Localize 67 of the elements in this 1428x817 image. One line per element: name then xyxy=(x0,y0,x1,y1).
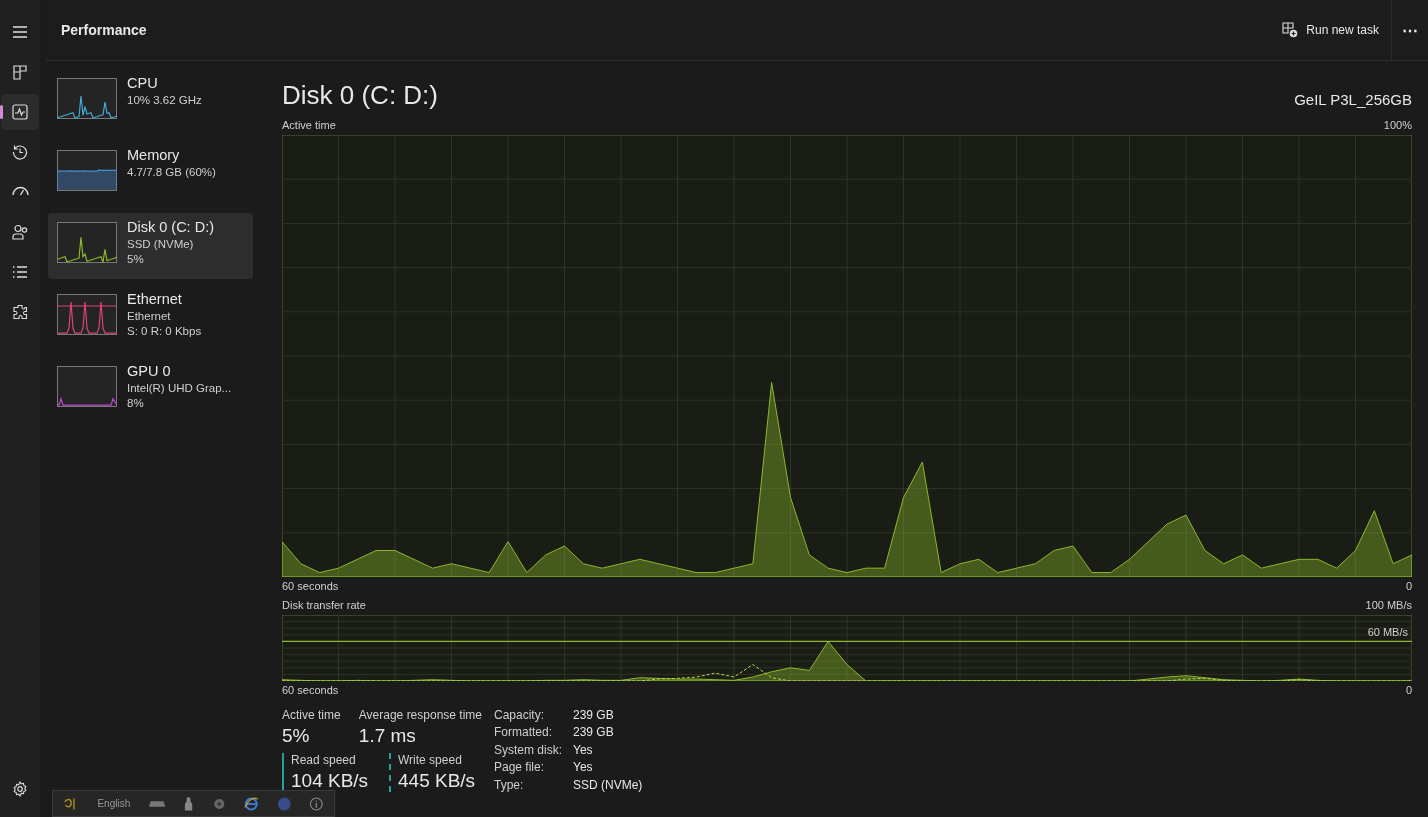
users-icon xyxy=(11,224,29,240)
stat-value: 5% xyxy=(282,725,311,747)
axis-label: 100% xyxy=(1383,118,1412,133)
disk-title: Disk 0 (C: D:) xyxy=(282,80,438,111)
device-name: GPU 0 xyxy=(127,362,172,381)
device-name: Memory xyxy=(127,146,181,165)
device-name: Ethernet xyxy=(127,290,183,309)
device-item[interactable]: Ethernet Ethernet S: 0 R: 0 Kbps xyxy=(48,285,253,351)
grid-icon xyxy=(12,64,28,80)
stat-value: 445 KB/s xyxy=(398,770,476,792)
more-button[interactable]: ⋯ xyxy=(1392,16,1428,44)
settings-icon xyxy=(12,781,28,797)
selection-indicator xyxy=(0,105,3,119)
stat-label: Average response time xyxy=(358,708,482,722)
property-label: Capacity: xyxy=(494,708,546,723)
property-label: Formatted: xyxy=(494,725,554,740)
pulse-icon xyxy=(12,104,28,120)
stat-label: Read speed xyxy=(291,753,357,767)
property-label: Page file: xyxy=(494,760,546,775)
device-item[interactable]: Memory 4.7/7.8 GB (60%) xyxy=(48,141,253,207)
stat-label: Active time xyxy=(282,708,342,722)
run-new-task-button[interactable]: Run new task xyxy=(1270,16,1391,44)
history-icon xyxy=(12,144,28,160)
stat-value: 104 KB/s xyxy=(291,770,370,792)
list-icon xyxy=(12,266,28,278)
property-value: Yes xyxy=(573,760,594,775)
nav-button[interactable] xyxy=(1,94,39,130)
axis-label: 0 xyxy=(1405,683,1412,698)
chart-title: Active time xyxy=(282,118,336,133)
property-value: SSD (NVMe) xyxy=(573,777,643,792)
device-detail: Ethernet xyxy=(127,309,172,324)
device-detail: 8% xyxy=(127,396,145,411)
device-detail: Intel(R) UHD Grap... xyxy=(127,381,232,396)
axis-label: 0 xyxy=(1405,579,1412,594)
bottle-icon[interactable] xyxy=(184,795,194,812)
stat-value: 1.7 ms xyxy=(358,725,417,747)
browser-icon[interactable] xyxy=(244,795,259,812)
chart-title: Disk transfer rate xyxy=(282,598,366,613)
device-item[interactable]: CPU 10% 3.62 GHz xyxy=(48,69,253,135)
property-label: System disk: xyxy=(494,742,563,758)
device-detail: 4.7/7.8 GB (60%) xyxy=(127,165,216,180)
usage-fill xyxy=(57,170,117,190)
property-label: Type: xyxy=(494,777,525,792)
device-detail: 5% xyxy=(127,252,145,267)
keyboard-icon[interactable] xyxy=(148,799,167,808)
property-value: 239 GB xyxy=(573,708,615,723)
puzzle-icon xyxy=(12,304,28,320)
axis-label: 60 seconds xyxy=(282,683,339,698)
property-value: 239 GB xyxy=(573,725,615,740)
device-detail: S: 0 R: 0 Kbps xyxy=(127,324,202,339)
device-item[interactable]: Disk 0 (C: D:) SSD (NVMe) 5% xyxy=(48,213,253,279)
device-item[interactable]: GPU 0 Intel(R) UHD Grap... 8% xyxy=(48,357,253,423)
add-task-icon xyxy=(1282,22,1299,38)
page-title: Performance xyxy=(61,22,147,38)
axis-label: 100 MB/s xyxy=(1365,598,1412,613)
menu-icon xyxy=(12,26,28,38)
device-detail: 10% 3.62 GHz xyxy=(127,93,202,108)
reference-label: 60 MB/s xyxy=(1367,626,1408,639)
device-name: CPU xyxy=(127,74,159,93)
axis-label: 60 seconds xyxy=(282,579,339,594)
info-icon[interactable] xyxy=(309,795,324,812)
stat-label: Write speed xyxy=(398,753,463,767)
disk-model: GeIL P3L_256GB xyxy=(1294,91,1412,110)
property-value: Yes xyxy=(573,742,594,758)
device-name: Disk 0 (C: D:) xyxy=(127,218,214,237)
device-detail: SSD (NVMe) xyxy=(127,237,195,252)
language-label[interactable]: English xyxy=(97,798,131,809)
